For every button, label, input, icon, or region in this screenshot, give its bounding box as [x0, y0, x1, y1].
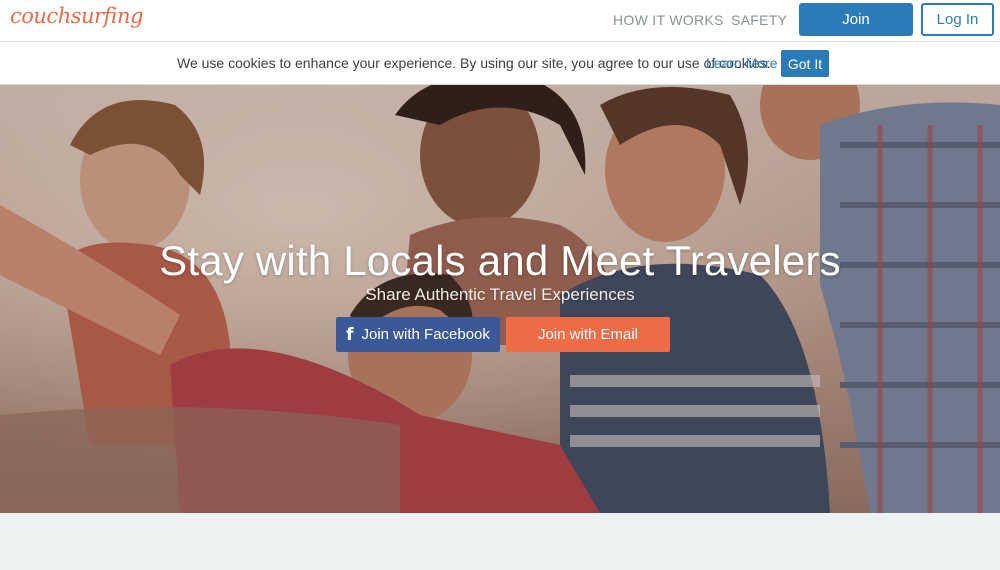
couchsurfing-logo[interactable]: couchsurfing	[10, 4, 144, 36]
cookie-learn-more-link[interactable]: Learn More	[706, 55, 778, 71]
content-area-below-hero	[0, 513, 1000, 570]
site-header: couchsurfing HOW IT WORKS SAFETY Join Lo…	[0, 0, 1000, 42]
login-button[interactable]: Log In	[921, 3, 994, 36]
nav-safety[interactable]: SAFETY	[731, 12, 787, 28]
nav-how-it-works[interactable]: HOW IT WORKS	[613, 12, 724, 28]
hero-title: Stay with Locals and Meet Travelers	[159, 237, 841, 284]
facebook-icon: f	[346, 324, 354, 345]
join-with-facebook-button[interactable]: f Join with Facebook	[336, 317, 500, 352]
cookie-message: We use cookies to enhance your experienc…	[177, 55, 771, 71]
hero-section: Stay with Locals and Meet Travelers Shar…	[0, 85, 1000, 513]
join-with-facebook-label: Join with Facebook	[361, 326, 490, 343]
cookie-banner: We use cookies to enhance your experienc…	[0, 42, 1000, 85]
cookie-got-it-button[interactable]: Got It	[781, 50, 829, 77]
hero-subtitle: Share Authentic Travel Experiences	[365, 285, 635, 304]
join-button[interactable]: Join	[799, 3, 913, 36]
join-with-email-button[interactable]: Join with Email	[506, 317, 670, 352]
